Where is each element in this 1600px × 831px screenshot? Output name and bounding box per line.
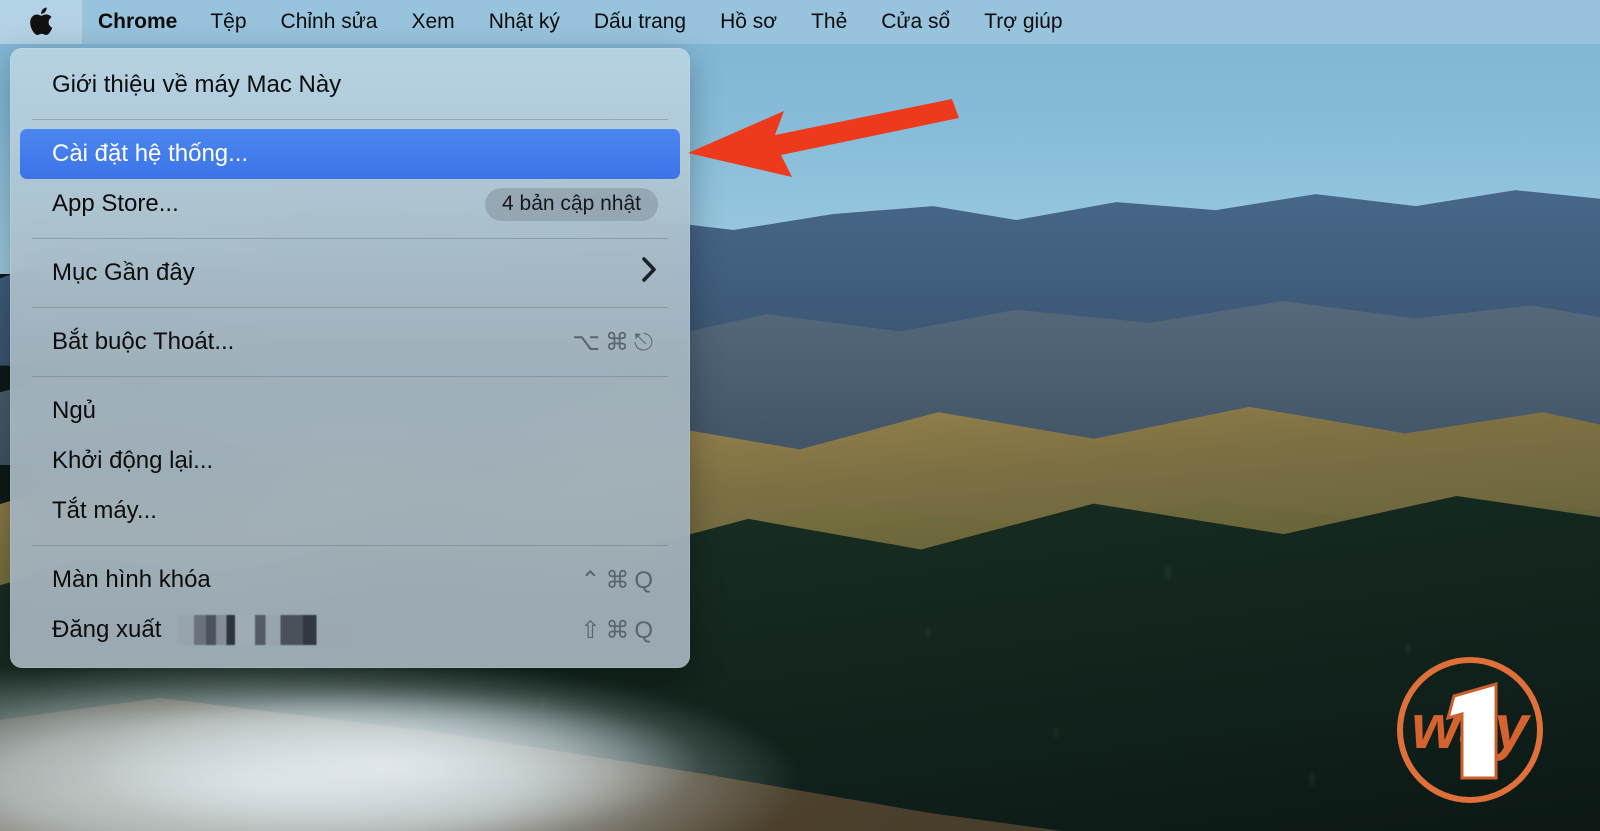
keyboard-shortcut: ⌥⌘⎋ [572, 328, 658, 356]
chevron-right-icon [641, 256, 658, 290]
apple-menu-button[interactable] [0, 0, 82, 44]
menu-bar-item-view[interactable]: Xem [395, 0, 472, 44]
menu-item-shut-down[interactable]: Tắt máy... [20, 486, 680, 536]
menu-item-force-quit[interactable]: Bắt buộc Thoát... ⌥⌘⎋ [20, 317, 680, 367]
menu-item-label: Giới thiệu về máy Mac Này [52, 71, 342, 98]
menu-bar-item-profiles[interactable]: Hồ sơ [703, 0, 794, 44]
updates-badge: 4 bản cập nhật [485, 187, 658, 221]
menu-item-accessory [641, 256, 658, 290]
menu-bar-item-bookmarks[interactable]: Dấu trang [577, 0, 703, 44]
menu-item-label: Tắt máy... [52, 497, 157, 524]
redacted-username [177, 615, 348, 645]
menu-item-app-store[interactable]: App Store... 4 bản cập nhật [20, 179, 680, 229]
menu-item-lock-screen[interactable]: Màn hình khóa ⌃⌘Q [20, 555, 680, 605]
menu-item-sleep[interactable]: Ngủ [20, 386, 680, 436]
menu-bar-item-help[interactable]: Trợ giúp [967, 0, 1079, 44]
menu-item-label: Ngủ [52, 397, 97, 424]
menu-bar-item-chrome[interactable]: Chrome [82, 0, 193, 44]
menu-separator [32, 119, 668, 120]
apple-logo-icon [28, 7, 54, 38]
menu-bar-item-file[interactable]: Tệp [193, 0, 263, 44]
menu-item-log-out[interactable]: Đăng xuất ⇧⌘Q [20, 605, 680, 655]
menu-bar-item-history[interactable]: Nhật ký [472, 0, 577, 44]
menu-bar-item-edit[interactable]: Chỉnh sửa [264, 0, 395, 44]
menu-item-label: Khởi động lại... [52, 447, 214, 474]
macos-menu-bar: Chrome Tệp Chỉnh sửa Xem Nhật ký Dấu tra… [0, 0, 1600, 44]
menu-item-system-settings[interactable]: Cài đặt hệ thống... [20, 129, 680, 179]
menu-bar-item-window[interactable]: Cửa sổ [864, 0, 967, 44]
keyboard-shortcut: ⌃⌘Q [580, 566, 658, 594]
watermark-logo: way [1392, 652, 1548, 808]
menu-item-recent-items[interactable]: Mục Gần đây [20, 248, 680, 298]
menu-item-accessory: 4 bản cập nhật [485, 187, 658, 221]
menu-separator [32, 376, 668, 377]
menu-separator [32, 545, 668, 546]
annotation-arrow [680, 85, 970, 190]
menu-item-restart[interactable]: Khởi động lại... [20, 436, 680, 486]
apple-dropdown-menu: Giới thiệu về máy Mac Này Cài đặt hệ thố… [10, 48, 690, 668]
menu-item-label: Đăng xuất [52, 616, 162, 643]
menu-item-label: Mục Gần đây [52, 259, 195, 286]
menu-separator [32, 307, 668, 308]
wallpaper-fog-secondary [96, 681, 736, 831]
desktop-screen: Chrome Tệp Chỉnh sửa Xem Nhật ký Dấu tra… [0, 0, 1600, 831]
menu-item-label: Bắt buộc Thoát... [52, 328, 235, 355]
menu-item-label: App Store... [52, 190, 179, 217]
menu-separator [32, 238, 668, 239]
keyboard-shortcut: ⇧⌘Q [580, 616, 658, 644]
menu-item-label: Màn hình khóa [52, 566, 211, 593]
menu-item-about-this-mac[interactable]: Giới thiệu về máy Mac Này [20, 60, 680, 110]
menu-item-label: Cài đặt hệ thống... [52, 140, 249, 167]
menu-bar-item-tab[interactable]: Thẻ [794, 0, 864, 44]
